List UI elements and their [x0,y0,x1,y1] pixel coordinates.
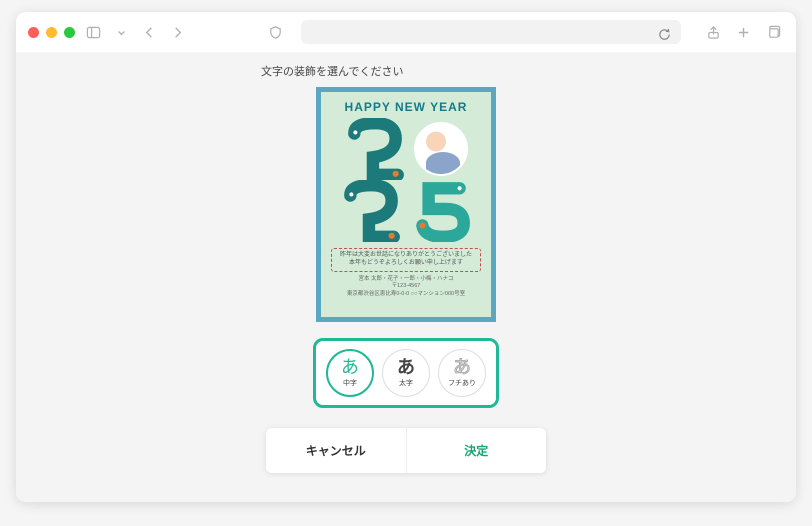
msg-line-1: 昨年は大変お世話になりありがとうございました [335,252,477,260]
confirm-button[interactable]: 決定 [407,428,547,473]
content-area: 文字の装飾を選んでください HAPPY NEW YEAR 昨年は大変お世話になり… [16,53,796,502]
action-buttons: キャンセル 決定 [266,428,546,473]
close-icon[interactable] [28,27,39,38]
shield-icon[interactable] [265,22,285,42]
window-controls [28,27,75,38]
digit-2b [340,180,402,242]
option-outline[interactable]: あ フチあり [438,349,486,397]
photo-placeholder [414,122,468,176]
year-row-2 [340,180,472,242]
option-label: 太字 [399,378,413,388]
option-bold[interactable]: あ 太字 [382,349,430,397]
address-bar[interactable] [301,20,681,44]
tabs-icon[interactable] [764,22,784,42]
option-glyph: あ [341,358,359,376]
browser-window: 文字の装飾を選んでください HAPPY NEW YEAR 昨年は大変お世話になり… [16,12,796,502]
back-icon[interactable] [139,22,159,42]
option-glyph: あ [453,358,471,376]
addr-line-2: 〒123-4567 [347,283,465,291]
cancel-button[interactable]: キャンセル [266,428,407,473]
postcard-preview: HAPPY NEW YEAR 昨年は大変お世話になりありがとうございました 本年… [316,87,496,322]
sidebar-icon[interactable] [83,22,103,42]
card-title: HAPPY NEW YEAR [345,100,468,114]
forward-icon[interactable] [167,22,187,42]
message-box: 昨年は大変お世話になりありがとうございました 本年もどうぞよろしくお願い申し上げ… [331,248,481,272]
option-label: 中字 [343,378,357,388]
page-heading: 文字の装飾を選んでください [261,63,403,79]
toolbar-right [704,22,784,42]
address-block: 宮本 太郎・花子・一郎・小梅・ハナコ 〒123-4567 東京都渋谷区恵比寿0-… [347,276,465,299]
plus-icon[interactable] [734,22,754,42]
refresh-icon[interactable] [655,24,675,44]
digit-2 [344,118,406,180]
decoration-options: あ 中字 あ 太字 あ フチあり [313,338,499,408]
share-icon[interactable] [704,22,724,42]
option-glyph: あ [397,358,415,376]
maximize-icon[interactable] [64,27,75,38]
msg-line-2: 本年もどうぞよろしくお願い申し上げます [335,260,477,268]
minimize-icon[interactable] [46,27,57,38]
option-medium[interactable]: あ 中字 [326,349,374,397]
titlebar [16,12,796,53]
chevron-down-icon[interactable] [111,22,131,42]
digit-5 [410,180,472,242]
addr-line-3: 東京都渋谷区恵比寿0-0-0 ○○マンション000号室 [347,291,465,299]
option-label: フチあり [448,378,476,388]
year-row-1 [344,118,468,180]
